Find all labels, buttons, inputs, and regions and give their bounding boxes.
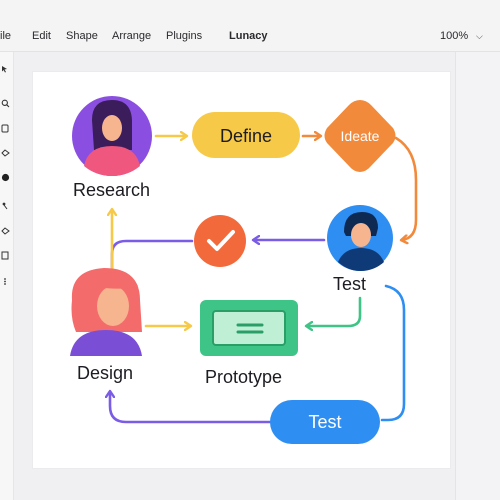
- arrow-ideate-to-test: [394, 136, 418, 240]
- arrow-test-to-prototype: [307, 296, 362, 326]
- research-label: Research: [73, 180, 151, 200]
- laptop-icon: [200, 300, 298, 356]
- design-label: Design: [77, 363, 134, 383]
- design-avatar-icon: [70, 268, 142, 356]
- design-thinking-diagram: [70, 96, 418, 444]
- define-label: Define: [219, 126, 273, 146]
- research-avatar-icon: [72, 96, 152, 176]
- check-circle-icon: [194, 215, 246, 267]
- test-pill-label: Test: [308, 412, 342, 432]
- arrow-check-to-design: [110, 239, 194, 270]
- arrow-test-loop-blue: [380, 284, 406, 422]
- arrow-test-to-design: [110, 392, 272, 424]
- ideate-label: Ideate: [340, 128, 380, 144]
- test-label-top: Test: [333, 274, 367, 294]
- prototype-label: Prototype: [205, 367, 283, 387]
- test-avatar-icon: [327, 205, 393, 271]
